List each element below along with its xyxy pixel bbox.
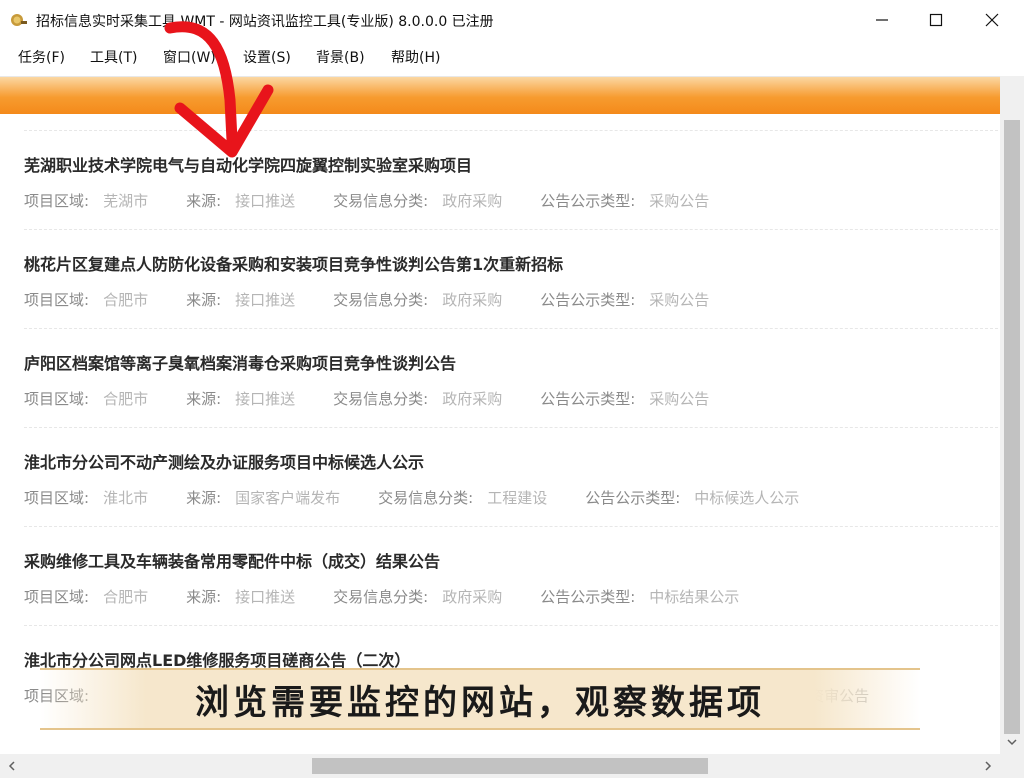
vertical-scroll-thumb[interactable] bbox=[1004, 120, 1020, 734]
region-label: 项目区域: bbox=[24, 588, 90, 606]
source-value: 接口推送 bbox=[235, 390, 296, 408]
notice-type-label: 公告公示类型: bbox=[540, 390, 636, 408]
horizontal-scrollbar[interactable] bbox=[0, 754, 1000, 778]
divider bbox=[24, 526, 998, 527]
menu-background[interactable]: 背景(B) bbox=[316, 47, 365, 67]
divider bbox=[24, 427, 998, 428]
item-meta: 项目区域: 合肥市 来源: 接口推送 交易信息分类: 政府采购 公告公示类型: … bbox=[24, 586, 777, 608]
maximize-button[interactable] bbox=[914, 4, 958, 36]
item-title[interactable]: 淮北市分公司不动产测绘及办证服务项目中标候选人公示 bbox=[24, 449, 424, 473]
item-meta: 项目区域: 合肥市 来源: 接口推送 交易信息分类: 政府采购 公告公示类型: … bbox=[24, 388, 747, 410]
category-label: 交易信息分类: bbox=[333, 291, 429, 309]
menu-window[interactable]: 窗口(W) bbox=[163, 47, 216, 67]
item-title[interactable]: 芜湖职业技术学院电气与自动化学院四旋翼控制实验室采购项目 bbox=[24, 152, 472, 176]
region-value: 合肥市 bbox=[103, 390, 149, 408]
source-value: 接口推送 bbox=[235, 588, 296, 606]
notice-type-value: 采购公告 bbox=[649, 192, 710, 210]
region-label: 项目区域: bbox=[24, 390, 90, 408]
title-bar: 招标信息实时采集工具 WMT - 网站资讯监控工具(专业版) 8.0.0.0 已… bbox=[0, 0, 1024, 40]
region-label: 项目区域: bbox=[24, 291, 90, 309]
source-label: 来源: bbox=[186, 390, 222, 408]
divider bbox=[24, 130, 998, 131]
source-value: 国家客户端发布 bbox=[235, 489, 341, 507]
divider bbox=[24, 625, 998, 626]
source-value: 接口推送 bbox=[235, 291, 296, 309]
maximize-icon bbox=[929, 13, 943, 27]
notice-type-value: 中标结果公示 bbox=[649, 588, 740, 606]
item-title[interactable]: 桃花片区复建点人防防化设备采购和安装项目竞争性谈判公告第1次重新招标 bbox=[24, 251, 563, 275]
notice-type-label: 公告公示类型: bbox=[585, 489, 681, 507]
vertical-scrollbar[interactable] bbox=[1000, 76, 1024, 754]
result-list: 芜湖职业技术学院电气与自动化学院四旋翼控制实验室采购项目 项目区域: 芜湖市 来… bbox=[0, 114, 1000, 754]
menu-settings[interactable]: 设置(S) bbox=[243, 47, 291, 67]
scroll-down-arrow[interactable] bbox=[1000, 732, 1024, 752]
minimize-icon bbox=[876, 19, 888, 21]
item-meta: 项目区域: 淮北市 来源: 国家客户端发布 交易信息分类: 工程建设 公告公示类… bbox=[24, 487, 837, 509]
category-value: 政府采购 bbox=[442, 192, 503, 210]
menu-help[interactable]: 帮助(H) bbox=[391, 47, 440, 67]
source-label: 来源: bbox=[186, 588, 222, 606]
category-label: 交易信息分类: bbox=[333, 588, 429, 606]
category-label: 交易信息分类: bbox=[378, 489, 474, 507]
video-caption: 浏览需要监控的网站，观察数据项 bbox=[40, 668, 920, 730]
item-meta: 项目区域: 芜湖市 来源: 接口推送 交易信息分类: 政府采购 公告公示类型: … bbox=[24, 190, 747, 212]
scroll-corner bbox=[1000, 754, 1024, 778]
category-value: 政府采购 bbox=[442, 291, 503, 309]
notice-type-value: 中标候选人公示 bbox=[694, 489, 800, 507]
source-label: 来源: bbox=[186, 291, 222, 309]
horizontal-scroll-thumb[interactable] bbox=[312, 758, 708, 774]
region-value: 合肥市 bbox=[103, 291, 149, 309]
scroll-right-arrow[interactable] bbox=[976, 756, 1000, 776]
category-value: 工程建设 bbox=[487, 489, 548, 507]
chevron-down-icon bbox=[1007, 739, 1017, 746]
app-icon bbox=[11, 14, 27, 26]
close-icon bbox=[985, 13, 999, 27]
minimize-button[interactable] bbox=[860, 4, 904, 36]
notice-type-label: 公告公示类型: bbox=[540, 291, 636, 309]
source-label: 来源: bbox=[186, 192, 222, 210]
source-value: 接口推送 bbox=[235, 192, 296, 210]
notice-type-value: 采购公告 bbox=[649, 291, 710, 309]
category-label: 交易信息分类: bbox=[333, 192, 429, 210]
region-value: 芜湖市 bbox=[103, 192, 149, 210]
notice-type-label: 公告公示类型: bbox=[540, 588, 636, 606]
source-label: 来源: bbox=[186, 489, 222, 507]
item-meta: 项目区域: 合肥市 来源: 接口推送 交易信息分类: 政府采购 公告公示类型: … bbox=[24, 289, 747, 311]
chevron-left-icon bbox=[8, 761, 15, 771]
menu-task[interactable]: 任务(F) bbox=[18, 47, 65, 67]
close-button[interactable] bbox=[970, 4, 1014, 36]
window-title: 招标信息实时采集工具 WMT - 网站资讯监控工具(专业版) 8.0.0.0 已… bbox=[36, 14, 494, 30]
chevron-right-icon bbox=[985, 761, 992, 771]
menu-tools[interactable]: 工具(T) bbox=[90, 47, 137, 67]
menu-bar: 任务(F) 工具(T) 窗口(W) 设置(S) 背景(B) 帮助(H) bbox=[0, 40, 1024, 72]
region-label: 项目区域: bbox=[24, 192, 90, 210]
header-band bbox=[0, 76, 1000, 114]
category-value: 政府采购 bbox=[442, 588, 503, 606]
item-title[interactable]: 采购维修工具及车辆装备常用零配件中标（成交）结果公告 bbox=[24, 548, 440, 572]
category-label: 交易信息分类: bbox=[333, 390, 429, 408]
caption-text: 浏览需要监控的网站，观察数据项 bbox=[195, 682, 765, 723]
category-value: 政府采购 bbox=[442, 390, 503, 408]
scroll-left-arrow[interactable] bbox=[0, 756, 24, 776]
region-value: 淮北市 bbox=[103, 489, 149, 507]
notice-type-value: 采购公告 bbox=[649, 390, 710, 408]
item-title[interactable]: 庐阳区档案馆等离子臭氧档案消毒仓采购项目竞争性谈判公告 bbox=[24, 350, 456, 374]
divider bbox=[24, 328, 998, 329]
region-value: 合肥市 bbox=[103, 588, 149, 606]
region-label: 项目区域: bbox=[24, 489, 90, 507]
divider bbox=[24, 229, 998, 230]
notice-type-label: 公告公示类型: bbox=[540, 192, 636, 210]
